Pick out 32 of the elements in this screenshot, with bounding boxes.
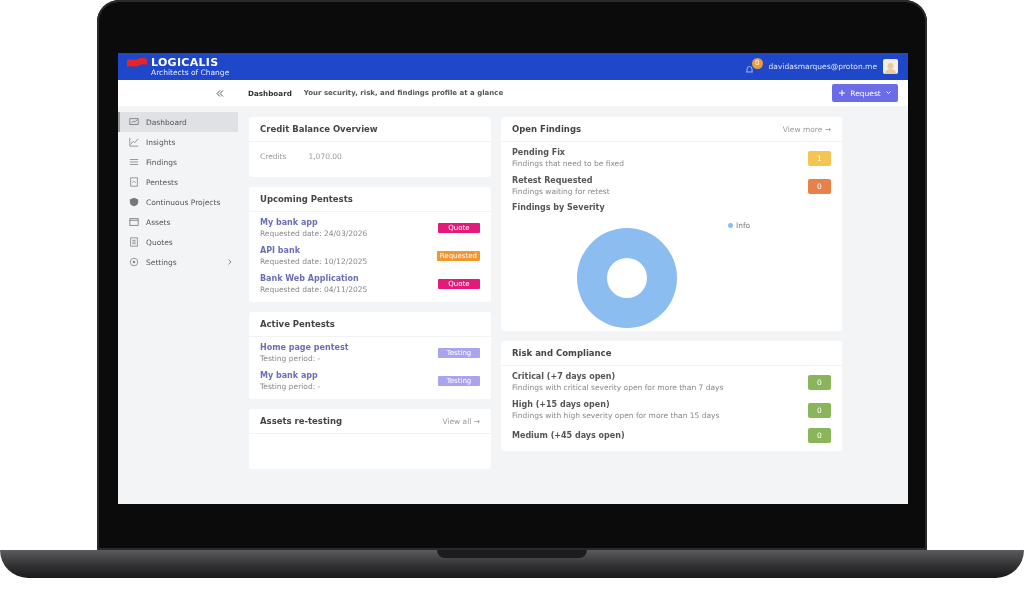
settings-icon xyxy=(129,257,139,267)
card-title: Assets re-testing xyxy=(260,416,343,426)
metric-title: Critical (+7 days open) xyxy=(512,372,617,381)
metric-title: Retest Requested xyxy=(512,176,594,185)
collapse-icon[interactable] xyxy=(216,89,224,97)
shield-icon xyxy=(129,197,139,207)
avatar-icon[interactable] xyxy=(883,59,898,74)
card-title: Active Pentests xyxy=(260,319,335,329)
stack-icon xyxy=(129,237,139,247)
line-chart-icon xyxy=(129,137,139,147)
window-icon xyxy=(129,217,139,227)
chart-title: Findings by Severity xyxy=(512,202,606,214)
metric-title: Pending Fix xyxy=(512,148,567,157)
pentest-link[interactable]: API bank xyxy=(260,246,368,255)
metric-title: High (+15 days open) xyxy=(512,400,611,409)
card-title: Credit Balance Overview xyxy=(260,124,378,134)
card-title: Open Findings xyxy=(512,124,582,134)
pentest-link[interactable]: My bank app xyxy=(260,371,321,380)
document-icon xyxy=(129,177,139,187)
metric-title: Medium (+45 days open) xyxy=(512,431,625,440)
list-icon xyxy=(129,157,139,167)
pentest-link[interactable]: Bank Web Application xyxy=(260,274,368,283)
card-title: Upcoming Pentests xyxy=(260,194,353,204)
pentest-link[interactable]: My bank app xyxy=(260,218,368,227)
card-title: Risk and Compliance xyxy=(512,348,612,358)
caret-icon xyxy=(885,91,891,95)
pentest-link[interactable]: Home page pentest xyxy=(260,343,349,352)
logo-text: LOGICALIS xyxy=(151,56,220,68)
bell-icon[interactable] xyxy=(744,63,754,74)
plus-icon xyxy=(839,90,846,96)
swoosh-icon xyxy=(126,56,148,68)
chart-icon xyxy=(129,117,139,127)
